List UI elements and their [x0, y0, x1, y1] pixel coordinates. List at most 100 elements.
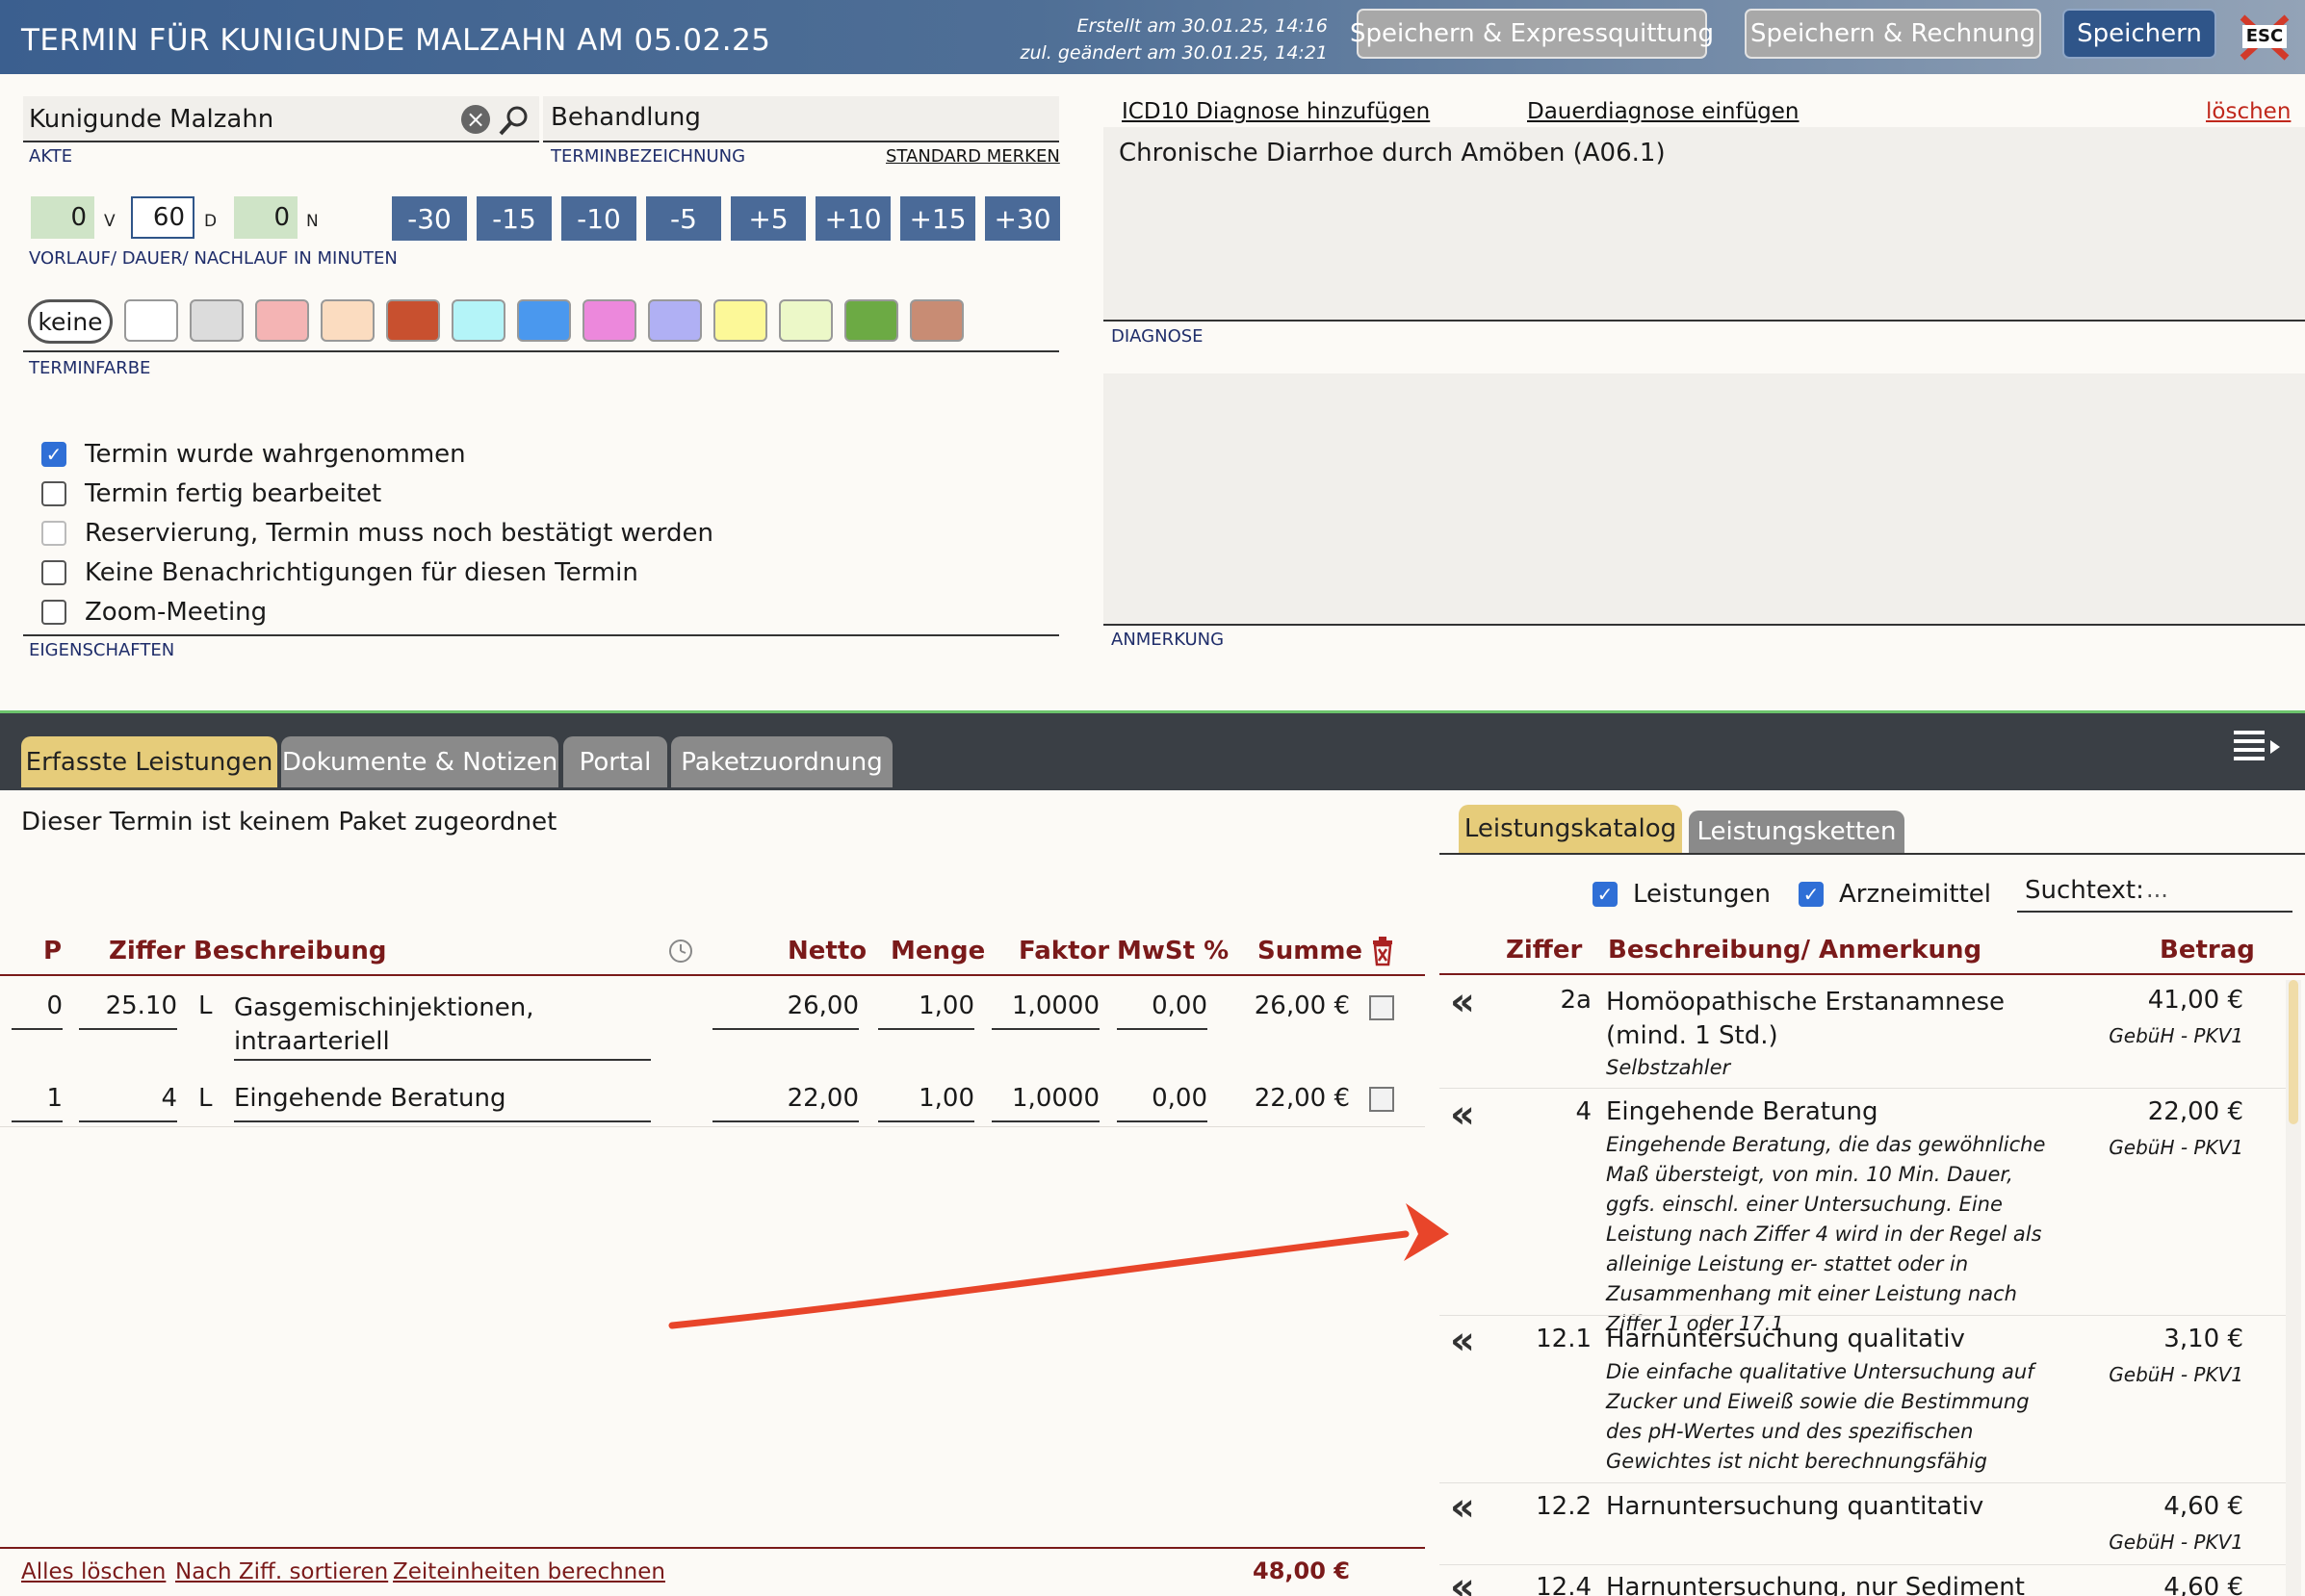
duration-minus-15-button[interactable]: -15 — [477, 196, 552, 241]
prop-checkbox-zoom[interactable] — [41, 600, 66, 625]
add-item-4-arrow-icon[interactable]: « — [1450, 1571, 1475, 1596]
annotation-arrow — [668, 1203, 1449, 1329]
row0-p[interactable]: 0 — [12, 991, 63, 1030]
duration-plus-30-button[interactable]: +30 — [985, 196, 1060, 241]
sort-by-number-link[interactable]: Nach Ziff. sortieren — [175, 1559, 388, 1584]
dauer-input[interactable]: 60 — [131, 196, 194, 239]
save-default-link[interactable]: STANDARD MERKEN — [886, 146, 1060, 167]
row1-netto[interactable]: 22,00 — [712, 1084, 859, 1122]
delete-diagnosis-link[interactable]: löschen — [2206, 99, 2291, 124]
save-button[interactable]: Speichern — [2062, 9, 2216, 59]
row1-description[interactable]: Eingehende Beratung — [234, 1084, 651, 1122]
prop-checkbox-attended[interactable]: ✓ — [41, 442, 66, 467]
color-swatch-11[interactable] — [779, 299, 833, 342]
save-express-receipt-button[interactable]: Speichern & Expressquittung — [1350, 9, 1714, 59]
prop-checkbox-finished[interactable] — [41, 481, 66, 506]
duration-minus-5-button[interactable]: -5 — [646, 196, 721, 241]
cat-item-0-title: Homöopathische Erstanamnese (mind. 1 Std… — [1606, 988, 2006, 1050]
color-label: TERMINFARBE — [29, 358, 151, 378]
cat-divider — [1439, 1315, 2287, 1316]
nachlauf-input[interactable]: 0 — [234, 196, 298, 239]
list-menu-icon[interactable] — [2232, 729, 2282, 767]
duration-plus-5-button[interactable]: +5 — [731, 196, 806, 241]
cat-item-4-title: Harnuntersuchung, nur Sediment — [1606, 1573, 2025, 1596]
vorlauf-input[interactable]: 0 — [31, 196, 94, 239]
duration-plus-15-button[interactable]: +15 — [900, 196, 975, 241]
color-swatch-8[interactable] — [583, 299, 636, 342]
package-info: Dieser Termin ist keinem Paket zugeordne… — [21, 808, 557, 837]
color-swatch-6[interactable] — [452, 299, 505, 342]
color-none-button[interactable]: keine — [28, 299, 113, 344]
duration-label: VORLAUF/ DAUER/ NACHLAUF IN MINUTEN — [29, 248, 398, 269]
color-swatch-10[interactable] — [713, 299, 767, 342]
filter-services-checkbox[interactable]: ✓ — [1593, 882, 1618, 907]
row1-faktor[interactable]: 1,0000 — [992, 1084, 1100, 1122]
add-item-1-arrow-icon[interactable]: « — [1450, 1093, 1475, 1137]
catalog-scrollbar-thumb[interactable] — [2289, 980, 2298, 1124]
trash-icon[interactable] — [1369, 936, 1396, 966]
cat-item-4[interactable]: « 12.4 Harnuntersuchung, nur Sediment 4,… — [1439, 1571, 2287, 1596]
color-swatch-2[interactable] — [190, 299, 244, 342]
termin-name-field[interactable]: Behandlung — [543, 96, 1059, 142]
calc-time-units-link[interactable]: Zeiteinheiten berechnen — [393, 1559, 665, 1584]
row1-menge[interactable]: 1,00 — [878, 1084, 974, 1122]
clock-icon — [669, 940, 692, 963]
table-footer-divider — [0, 1547, 1425, 1549]
cat-header-ziffer: Ziffer — [1506, 936, 1583, 965]
row0-ziffer[interactable]: 25.10 — [79, 991, 177, 1030]
col-header-beschreibung: Beschreibung — [194, 937, 387, 965]
prop-label-no-notifications: Keine Benachrichtigungen für diesen Term… — [85, 558, 638, 587]
add-item-0-arrow-icon[interactable]: « — [1450, 980, 1475, 1024]
diagnosis-label: DIAGNOSE — [1111, 326, 1204, 347]
search-input[interactable]: Suchtext: ... — [2017, 870, 2292, 913]
color-swatch-5[interactable] — [386, 299, 440, 342]
row0-description[interactable]: Gasgemischinjektionen, intraarteriell — [234, 991, 651, 1061]
tab-documents-notes[interactable]: Dokumente & Notizen — [281, 736, 558, 787]
akte-field[interactable]: Kunigunde Malzahn × — [23, 96, 539, 142]
row0-menge[interactable]: 1,00 — [878, 991, 974, 1030]
search-icon[interactable] — [498, 104, 531, 137]
add-item-3-arrow-icon[interactable]: « — [1450, 1485, 1475, 1530]
search-placeholder: ... — [2146, 876, 2168, 903]
tab-package-assignment[interactable]: Paketzuordnung — [671, 736, 893, 787]
color-swatch-9[interactable] — [648, 299, 702, 342]
clear-icon[interactable]: × — [461, 105, 490, 134]
tab-recorded-services[interactable]: Erfasste Leistungen — [21, 736, 277, 787]
color-swatch-13[interactable] — [910, 299, 964, 342]
row0-desc-line1: Gasgemischinjektionen, — [234, 993, 534, 1022]
row0-netto[interactable]: 26,00 — [712, 991, 859, 1030]
delete-all-link[interactable]: Alles löschen — [21, 1559, 166, 1584]
color-swatch-4[interactable] — [321, 299, 375, 342]
add-icd10-link[interactable]: ICD10 Diagnose hinzufügen — [1122, 99, 1430, 124]
row0-select-checkbox[interactable] — [1369, 995, 1394, 1020]
row0-faktor[interactable]: 1,0000 — [992, 991, 1100, 1030]
save-invoice-button[interactable]: Speichern & Rechnung — [1745, 9, 2041, 59]
color-swatch-3[interactable] — [255, 299, 309, 342]
color-swatch-12[interactable] — [844, 299, 898, 342]
color-swatch-7[interactable] — [517, 299, 571, 342]
row1-ziffer[interactable]: 4 — [79, 1084, 177, 1122]
add-permanent-diagnosis-link[interactable]: Dauerdiagnose einfügen — [1527, 99, 1799, 124]
duration-minus-30-button[interactable]: -30 — [392, 196, 467, 241]
row1-select-checkbox[interactable] — [1369, 1087, 1394, 1112]
row0-summe: 26,00 € — [1254, 991, 1350, 1020]
cat-item-3-ziffer: 12.2 — [1536, 1492, 1592, 1521]
note-textarea[interactable] — [1103, 373, 2305, 626]
prop-checkbox-no-notifications[interactable] — [41, 560, 66, 585]
properties-divider — [23, 634, 1059, 636]
color-swatch-1[interactable] — [124, 299, 178, 342]
tab-service-chains[interactable]: Leistungsketten — [1689, 811, 1904, 853]
tab-service-catalog[interactable]: Leistungskatalog — [1459, 805, 1682, 853]
cat-item-3-amount: 4,60 € — [2163, 1492, 2243, 1521]
row0-mwst[interactable]: 0,00 — [1117, 991, 1207, 1030]
esc-close-button[interactable]: ESC — [2239, 12, 2291, 62]
duration-minus-10-button[interactable]: -10 — [561, 196, 636, 241]
catalog-scrollbar-track[interactable] — [2286, 980, 2301, 1596]
tab-portal[interactable]: Portal — [563, 736, 667, 787]
diagnosis-textarea[interactable]: Chronische Diarrhoe durch Amöben (A06.1) — [1103, 127, 2305, 322]
filter-drugs-checkbox[interactable]: ✓ — [1799, 882, 1824, 907]
row1-mwst[interactable]: 0,00 — [1117, 1084, 1207, 1122]
row1-p[interactable]: 1 — [12, 1084, 63, 1122]
duration-plus-10-button[interactable]: +10 — [816, 196, 891, 241]
prop-checkbox-reservation[interactable] — [41, 521, 66, 546]
